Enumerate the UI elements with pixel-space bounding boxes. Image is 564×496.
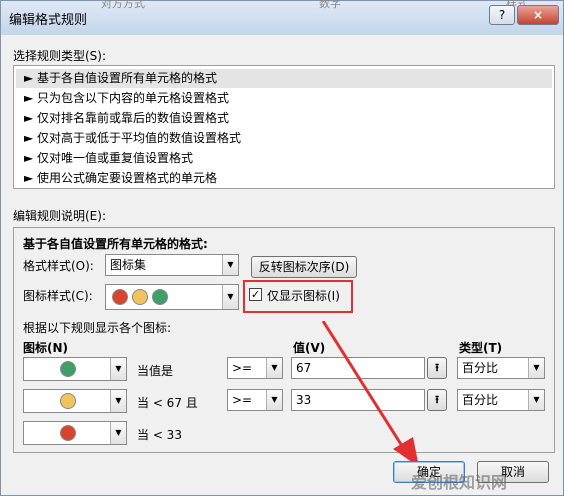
green-circle-icon: [152, 289, 168, 305]
show-icon-only-checkbox[interactable]: ✓: [249, 288, 262, 301]
rules-intro: 根据以下规则显示各个图标:: [23, 321, 172, 335]
chevron-down-icon: ▼: [110, 422, 126, 444]
type-value: 百分比: [462, 393, 499, 407]
rule-type-item[interactable]: ► 基于各自值设置所有单元格的格式: [16, 69, 552, 88]
bg-text-left: 对方方式: [101, 0, 145, 10]
bg-text-mid: 数字: [319, 0, 341, 10]
yellow-circle-icon: [132, 289, 148, 305]
format-style-label: 格式样式(O):: [23, 259, 94, 273]
circle-icon: [60, 425, 76, 441]
dialog-title: 编辑格式规则: [9, 13, 88, 28]
condition-text: 当 < 33: [137, 428, 182, 442]
chevron-down-icon: ▼: [222, 285, 238, 309]
condition-text: 当值是: [137, 364, 174, 378]
operator-value: >=: [232, 393, 253, 407]
chevron-down-icon: ▼: [266, 358, 282, 378]
type-value: 百分比: [462, 361, 499, 375]
help-button[interactable]: ?: [489, 5, 515, 25]
rule-type-list[interactable]: ► 基于各自值设置所有单元格的格式 ► 只为包含以下内容的单元格设置格式 ► 仅…: [13, 65, 555, 189]
circle-icon: [60, 361, 76, 377]
reverse-icon-order-button[interactable]: 反转图标次序(D): [251, 256, 357, 278]
icon-style-label: 图标样式(C):: [23, 289, 93, 303]
icon-select[interactable]: ▼: [23, 389, 127, 413]
chevron-down-icon: ▼: [110, 358, 126, 380]
rule-type-item[interactable]: ► 仅对唯一值或重复值设置格式: [24, 149, 193, 168]
type-select[interactable]: 百分比 ▼: [457, 389, 545, 411]
icon-select[interactable]: ▼: [23, 357, 127, 381]
chevron-down-icon: ▼: [266, 390, 282, 410]
show-icon-only-label: 仅显示图标(I): [267, 289, 340, 303]
edit-format-rule-dialog: 对方方式 数字 样式 编辑格式规则 ? × 选择规则类型(S): ► 基于各自值…: [0, 0, 564, 496]
rule-type-item[interactable]: ► 使用公式确定要设置格式的单元格: [24, 169, 217, 188]
rule-desc-label: 编辑规则说明(E):: [13, 209, 106, 223]
chevron-down-icon: ▼: [222, 255, 238, 275]
watermark: 爱创根知识网: [411, 473, 508, 492]
operator-select[interactable]: >= ▼: [227, 389, 283, 411]
operator-select[interactable]: >= ▼: [227, 357, 283, 379]
chevron-down-icon: ▼: [528, 390, 544, 410]
type-column-header: 类型(T): [459, 341, 503, 355]
rule-type-item[interactable]: ► 只为包含以下内容的单元格设置格式: [24, 89, 229, 108]
red-circle-icon: [112, 289, 128, 305]
icon-style-select[interactable]: ▼: [105, 284, 239, 310]
rule-desc-heading: 基于各自值设置所有单元格的格式:: [23, 237, 208, 251]
format-style-value: 图标集: [110, 258, 147, 272]
rule-type-item[interactable]: ► 仅对高于或低于平均值的数值设置格式: [24, 129, 241, 148]
type-select[interactable]: 百分比 ▼: [457, 357, 545, 379]
rule-type-label: 选择规则类型(S):: [13, 49, 107, 63]
title-bar: 对方方式 数字 样式 编辑格式规则 ? ×: [1, 0, 563, 35]
icon-column-header: 图标(N): [23, 341, 69, 355]
circle-icon: [60, 393, 76, 409]
condition-text: 当 < 67 且: [137, 396, 198, 410]
close-button[interactable]: ×: [517, 5, 559, 25]
icon-select[interactable]: ▼: [23, 421, 127, 445]
chevron-down-icon: ▼: [528, 358, 544, 378]
operator-value: >=: [232, 361, 253, 375]
format-style-select[interactable]: 图标集 ▼: [105, 254, 239, 276]
rule-type-item[interactable]: ► 仅对排名靠前或靠后的数值设置格式: [24, 109, 229, 128]
chevron-down-icon: ▼: [110, 390, 126, 412]
